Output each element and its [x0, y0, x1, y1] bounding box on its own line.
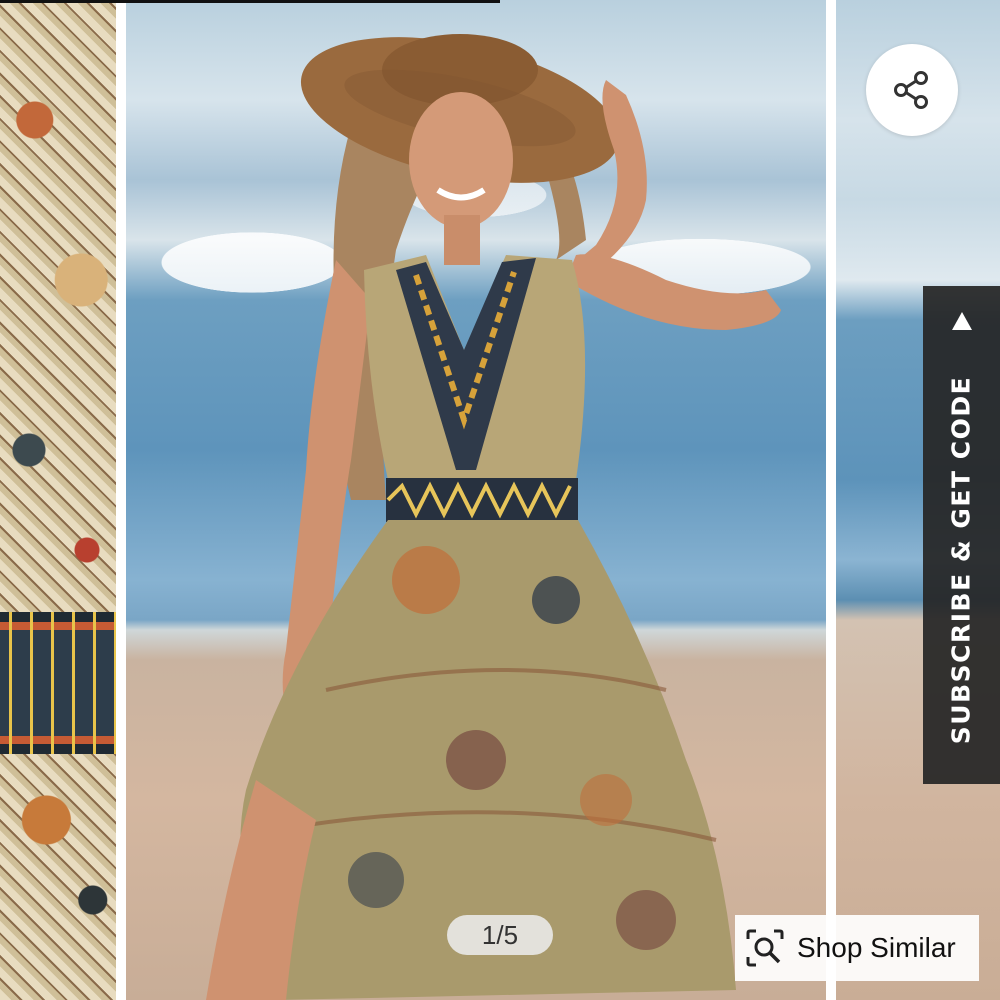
subscribe-get-code-tab[interactable]: SUBSCRIBE & GET CODE	[923, 286, 1000, 784]
fabric-waistband-closeup	[0, 612, 116, 754]
share-icon	[894, 71, 928, 109]
subscribe-label: SUBSCRIBE & GET CODE	[946, 375, 976, 745]
shop-similar-button[interactable]: Shop Similar	[735, 915, 979, 981]
shop-similar-label: Shop Similar	[797, 932, 956, 963]
triangle-up-icon	[952, 312, 972, 330]
product-image-gallery[interactable]: SUBSCRIBE & GET CODE 1/5 Shop Similar	[0, 0, 1000, 1000]
fabric-print-closeup	[0, 0, 116, 1000]
model-in-paisley-dress	[206, 34, 781, 1000]
main-product-image[interactable]	[126, 0, 826, 1000]
visual-search-icon	[746, 929, 784, 967]
page-indicator: 1/5	[447, 915, 553, 955]
progress-bar	[0, 0, 500, 3]
share-button[interactable]	[866, 44, 958, 136]
previous-slide-image[interactable]	[0, 0, 116, 1000]
